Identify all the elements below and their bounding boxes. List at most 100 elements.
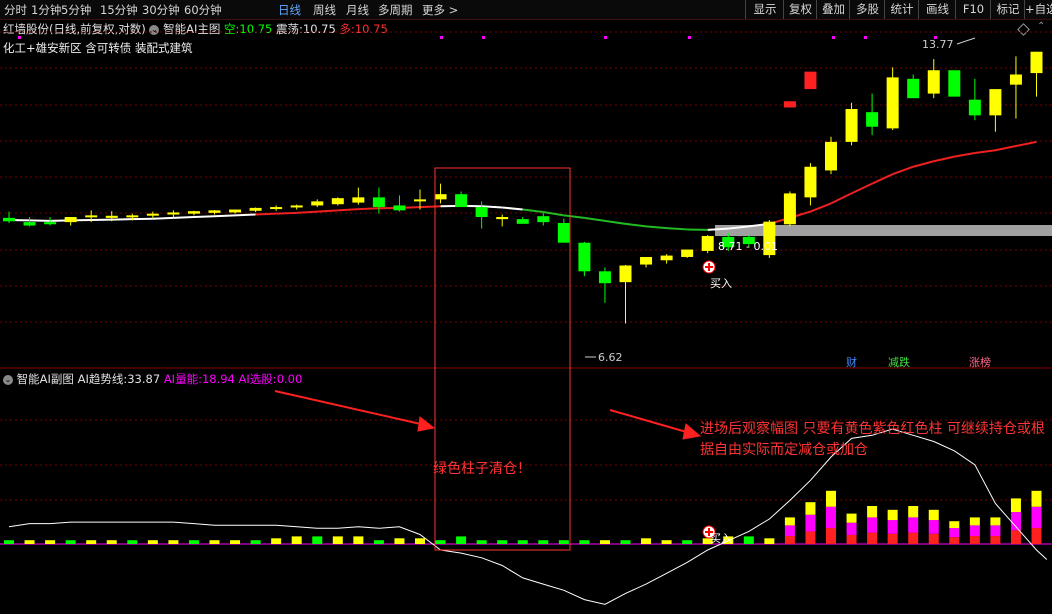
candle-body bbox=[126, 215, 139, 218]
candle-body bbox=[660, 255, 673, 261]
candle bbox=[578, 241, 591, 277]
candle bbox=[516, 217, 529, 224]
timeframe-1[interactable]: 1分钟 bbox=[31, 2, 61, 18]
ma-segment bbox=[707, 227, 729, 231]
bar-red bbox=[887, 533, 898, 544]
candle-body bbox=[270, 207, 283, 210]
candlesticks bbox=[3, 51, 1043, 324]
candle-body bbox=[968, 99, 981, 116]
volume-bar bbox=[435, 540, 446, 544]
candle bbox=[496, 214, 509, 227]
bar bbox=[65, 540, 76, 544]
candle bbox=[783, 191, 796, 227]
signal-dots bbox=[18, 36, 937, 39]
candle-body bbox=[249, 207, 262, 211]
candle-body bbox=[948, 70, 961, 97]
ma-segment bbox=[214, 214, 236, 218]
volume-bar bbox=[65, 540, 76, 544]
candle-body bbox=[393, 205, 406, 211]
bar-red bbox=[805, 531, 816, 544]
candle-body bbox=[927, 70, 940, 94]
toolbar-button-2[interactable]: 叠加 bbox=[816, 0, 850, 19]
candle-body bbox=[3, 217, 15, 222]
candle-body bbox=[167, 212, 180, 215]
candle-body bbox=[311, 201, 324, 206]
bar-red bbox=[990, 536, 1001, 544]
timeframe-9[interactable]: 多周期 bbox=[378, 2, 413, 18]
candle-body bbox=[1030, 51, 1043, 74]
timeframe-6[interactable]: 日线 bbox=[278, 2, 301, 18]
toolbar-button-5[interactable]: 画线 bbox=[918, 0, 956, 19]
timeframe-5[interactable]: 60分钟 bbox=[184, 2, 222, 18]
volume-bar bbox=[250, 540, 261, 544]
volume-bar bbox=[312, 536, 323, 544]
timeframe-10[interactable]: 更多 > bbox=[422, 2, 458, 18]
timeframe-2[interactable]: 5分钟 bbox=[61, 2, 91, 18]
volume-bar bbox=[188, 540, 199, 544]
bar bbox=[4, 540, 14, 544]
toolbar-button-8[interactable]: +自选 bbox=[1024, 0, 1052, 19]
green-clear-annotation: 绿色柱子清仓！ bbox=[433, 461, 531, 477]
candle bbox=[352, 187, 365, 205]
toolbar-button-0[interactable]: 显示 bbox=[745, 0, 784, 19]
candle bbox=[23, 217, 36, 227]
timeframe-7[interactable]: 周线 bbox=[313, 2, 336, 18]
bar-red bbox=[826, 528, 836, 544]
bar-magenta bbox=[867, 517, 878, 533]
bar-yellow bbox=[846, 513, 857, 523]
signal-dot bbox=[832, 36, 835, 39]
candle bbox=[948, 70, 961, 97]
toolbar-button-3[interactable]: 多股 bbox=[849, 0, 885, 19]
timeframe-4[interactable]: 30分钟 bbox=[142, 2, 180, 18]
candle-body bbox=[44, 222, 57, 225]
toolbar-button-1[interactable]: 复权 bbox=[783, 0, 817, 19]
ma-segment bbox=[810, 202, 832, 213]
bar bbox=[373, 540, 384, 544]
bar bbox=[538, 540, 549, 544]
volume-bar bbox=[538, 540, 549, 544]
stock-chart[interactable]: 13.77 6.62 8.71 - 0.01 买入 买入 财 减跌 涨榜 bbox=[0, 20, 1052, 614]
candle-body bbox=[496, 217, 509, 220]
candle-body bbox=[1009, 74, 1022, 85]
toolbar-button-4[interactable]: 统计 bbox=[884, 0, 919, 19]
candle bbox=[537, 212, 550, 226]
bar-yellow bbox=[928, 509, 939, 521]
candle bbox=[866, 93, 879, 136]
volume-bar bbox=[394, 538, 405, 544]
bar-magenta bbox=[990, 525, 1001, 537]
bar bbox=[24, 540, 35, 544]
ma-segment bbox=[193, 215, 215, 219]
bar bbox=[558, 540, 569, 544]
signal-dot bbox=[864, 36, 867, 39]
bar-magenta bbox=[949, 528, 960, 538]
bar bbox=[764, 538, 775, 544]
timeframe-0[interactable]: 分时 bbox=[4, 2, 27, 18]
candle-body bbox=[64, 217, 77, 223]
candle bbox=[208, 209, 221, 215]
candle-body-red bbox=[783, 101, 796, 108]
bar bbox=[106, 540, 117, 544]
signal-dot bbox=[482, 36, 485, 39]
timeframe-3[interactable]: 15分钟 bbox=[100, 2, 138, 18]
bar bbox=[353, 536, 364, 544]
volume-bar bbox=[599, 540, 610, 544]
candle-body bbox=[475, 207, 488, 218]
candle bbox=[845, 102, 858, 146]
volume-bar bbox=[784, 517, 795, 544]
volume-bar bbox=[1010, 498, 1021, 544]
bar-yellow bbox=[949, 521, 960, 529]
ma-segment bbox=[933, 155, 955, 163]
volume-bar bbox=[969, 517, 980, 544]
volume-bar bbox=[1031, 490, 1042, 544]
volume-bar bbox=[45, 540, 56, 544]
candle-body bbox=[783, 193, 796, 225]
bar bbox=[312, 536, 323, 544]
toolbar-button-6[interactable]: F10 bbox=[955, 0, 991, 19]
volume-bar bbox=[517, 540, 528, 544]
ma-segment bbox=[954, 152, 976, 158]
timeframe-8[interactable]: 月线 bbox=[346, 2, 369, 18]
bar-magenta bbox=[805, 514, 816, 532]
ma-segment bbox=[337, 208, 359, 212]
bar-yellow bbox=[784, 517, 795, 526]
toolbar-button-7[interactable]: 标记 bbox=[990, 0, 1025, 19]
